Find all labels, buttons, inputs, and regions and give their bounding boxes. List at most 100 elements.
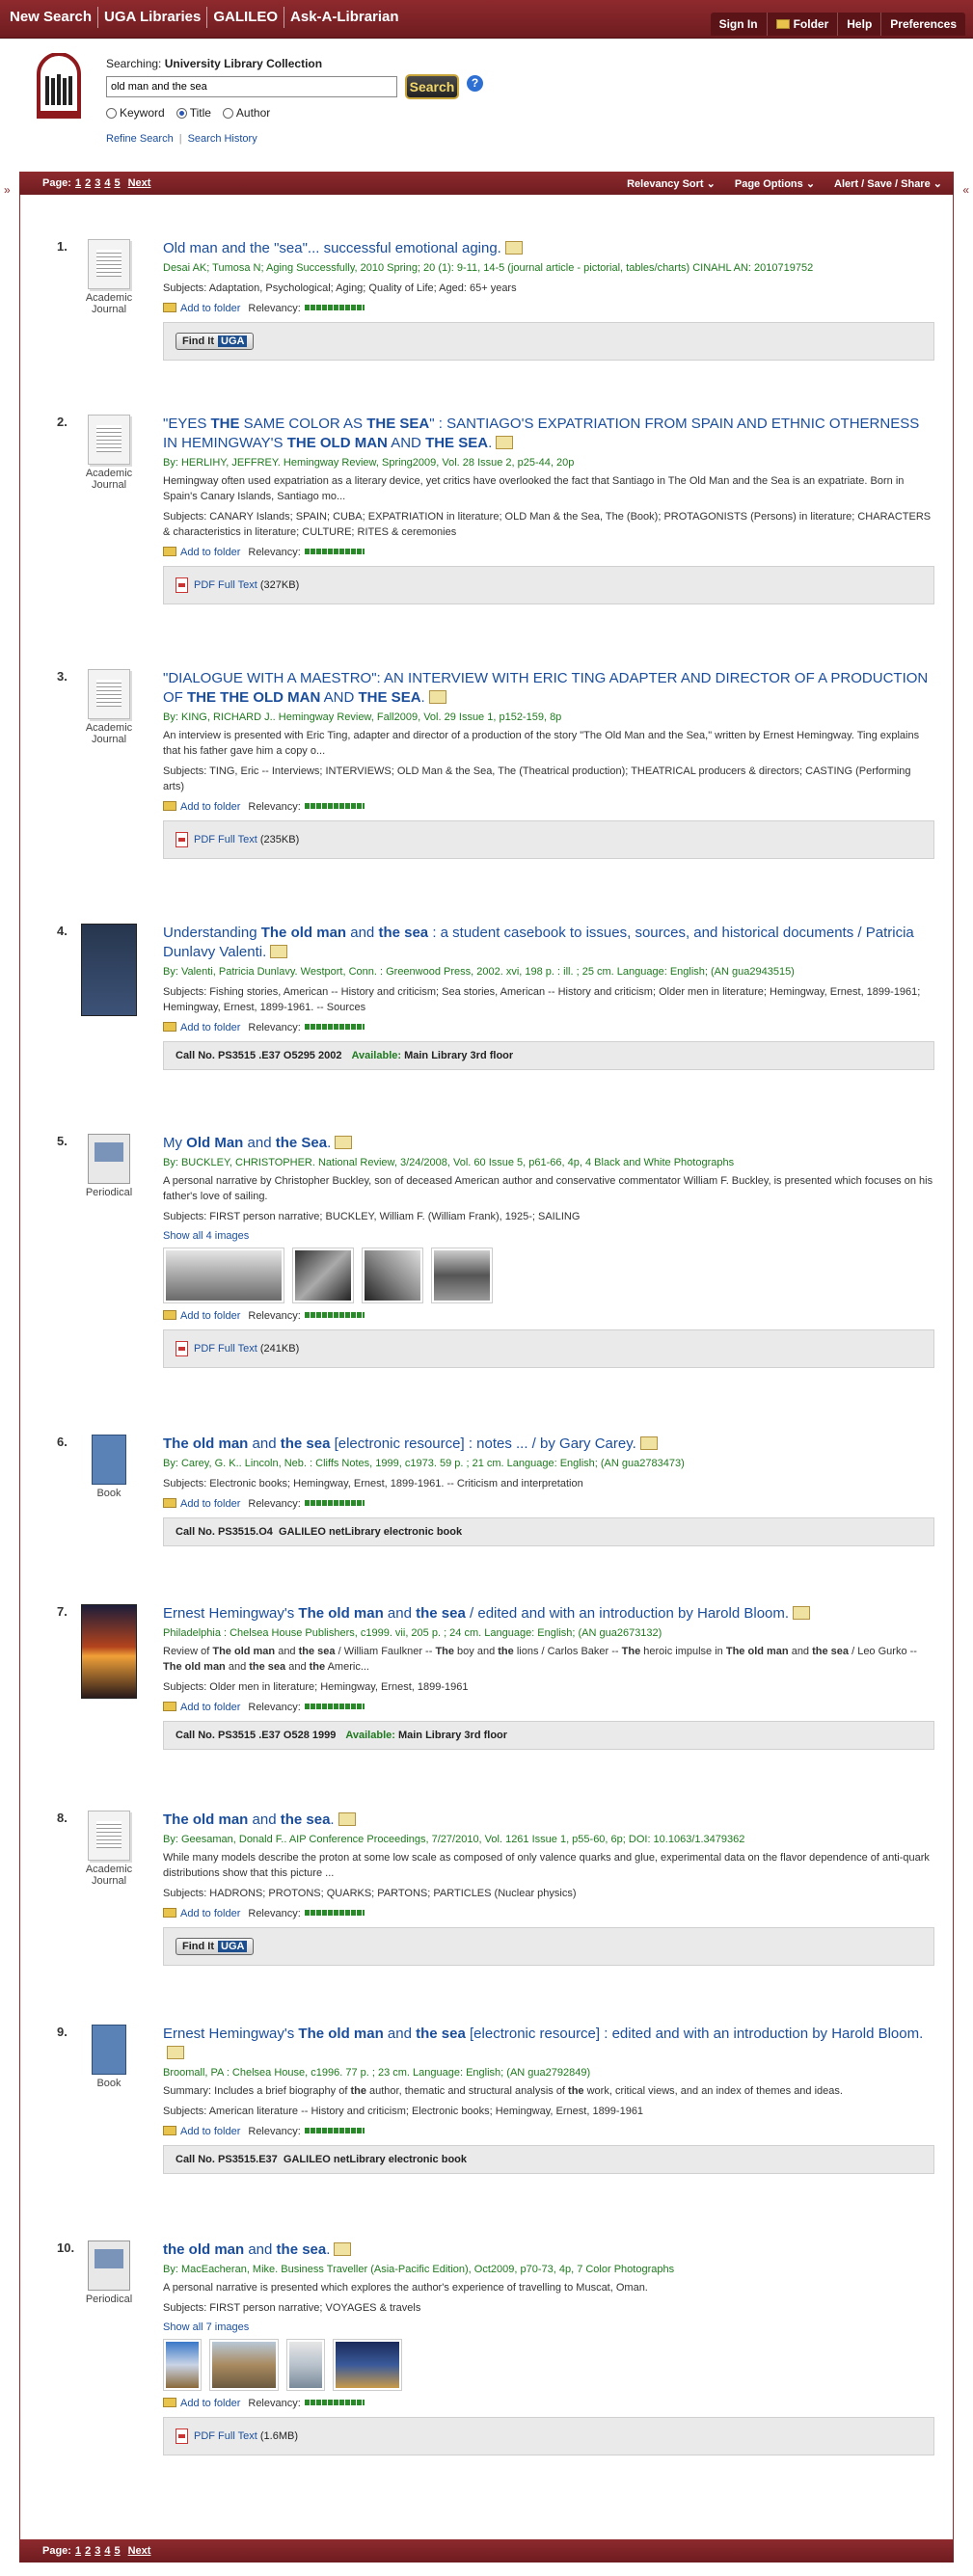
find-it-button[interactable]: Find It UGA bbox=[176, 1938, 255, 1955]
search-input[interactable] bbox=[106, 76, 397, 97]
relevancy-sort-menu[interactable]: Relevancy Sort ⌄ bbox=[627, 177, 716, 190]
add-to-folder-link[interactable]: Add to folder bbox=[163, 1022, 240, 1033]
result-title[interactable]: The old man and the sea. bbox=[163, 1811, 934, 1830]
pdf-full-text-link[interactable]: PDF Full Text bbox=[194, 2430, 257, 2442]
page-link[interactable]: 1 bbox=[75, 177, 81, 189]
page-link[interactable]: 2 bbox=[85, 2545, 91, 2557]
book-icon bbox=[92, 1435, 126, 1485]
call-number-box: Call No. PS3515.O4 GALILEO netLibrary el… bbox=[163, 1517, 934, 1546]
html-full-text-icon[interactable] bbox=[338, 1812, 356, 1826]
html-full-text-icon[interactable] bbox=[334, 2242, 352, 2256]
option-keyword[interactable]: Keyword bbox=[106, 106, 165, 120]
uga-libraries-link[interactable]: UGA Libraries bbox=[98, 7, 208, 28]
add-to-folder-link[interactable]: Add to folder bbox=[163, 303, 240, 314]
html-full-text-icon[interactable] bbox=[335, 1136, 353, 1149]
html-full-text-icon[interactable] bbox=[639, 1436, 658, 1450]
add-to-folder-link[interactable]: Add to folder bbox=[163, 801, 240, 813]
uga-libraries-logo[interactable] bbox=[37, 53, 81, 128]
option-title[interactable]: Title bbox=[176, 106, 211, 120]
pdf-full-text-link[interactable]: PDF Full Text bbox=[194, 834, 257, 845]
result-title[interactable]: Ernest Hemingway's The old man and the s… bbox=[163, 1604, 934, 1623]
thumbnail-image[interactable] bbox=[163, 2339, 202, 2391]
result-source: By: HERLIHY, JEFFREY. Hemingway Review, … bbox=[163, 457, 575, 469]
page-link[interactable]: 5 bbox=[114, 2545, 120, 2557]
sign-in-link[interactable]: Sign In bbox=[711, 13, 768, 36]
result-subjects: Subjects: HADRONS; PROTONS; QUARKS; PART… bbox=[163, 1888, 577, 1899]
result-subjects: Subjects: Older men in literature; Hemin… bbox=[163, 1681, 469, 1693]
pdf-icon bbox=[176, 832, 188, 847]
result-subjects: Subjects: Fishing stories, American -- H… bbox=[163, 986, 921, 1013]
collapse-right-icon[interactable]: « bbox=[962, 183, 969, 197]
page-link[interactable]: 5 bbox=[114, 177, 120, 189]
page-link[interactable]: 4 bbox=[104, 2545, 110, 2557]
html-full-text-icon[interactable] bbox=[496, 436, 514, 449]
result-title[interactable]: "DIALOGUE WITH A MAESTRO": AN INTERVIEW … bbox=[163, 669, 934, 708]
book-cover[interactable] bbox=[80, 924, 138, 1019]
next-page-link[interactable]: Next bbox=[128, 177, 151, 189]
publication-type: Academic Journal bbox=[80, 239, 138, 315]
result-title[interactable]: the old man and the sea. bbox=[163, 2241, 934, 2260]
result-source: Desai AK; Tumosa N; Aging Successfully, … bbox=[163, 262, 814, 274]
add-to-folder-link[interactable]: Add to folder bbox=[163, 1908, 240, 1919]
result-title[interactable]: "EYES THE SAME COLOR AS THE SEA" : SANTI… bbox=[163, 415, 934, 453]
result-title[interactable]: The old man and the sea [electronic reso… bbox=[163, 1435, 934, 1454]
add-to-folder-link[interactable]: Add to folder bbox=[163, 547, 240, 558]
find-it-button[interactable]: Find It UGA bbox=[176, 333, 255, 350]
thumbnail-image[interactable] bbox=[333, 2339, 402, 2391]
search-links: Refine Search | Search History bbox=[106, 133, 257, 145]
add-to-folder-link[interactable]: Add to folder bbox=[163, 2398, 240, 2409]
search-history-link[interactable]: Search History bbox=[188, 133, 257, 145]
add-to-folder-link[interactable]: Add to folder bbox=[163, 1498, 240, 1510]
option-author[interactable]: Author bbox=[222, 106, 270, 120]
show-all-images-link[interactable]: Show all 4 images bbox=[163, 1230, 934, 1242]
folder-link[interactable]: Folder bbox=[768, 13, 839, 36]
preferences-link[interactable]: Preferences bbox=[881, 13, 965, 36]
relevancy-meter: Relevancy: bbox=[248, 1022, 365, 1033]
result-title[interactable]: Old man and the "sea"... successful emot… bbox=[163, 239, 934, 258]
html-full-text-icon[interactable] bbox=[270, 945, 288, 958]
thumbnail-image[interactable] bbox=[209, 2339, 279, 2391]
page-link[interactable]: 3 bbox=[95, 2545, 100, 2557]
collapse-left-icon[interactable]: » bbox=[4, 183, 11, 197]
publication-type: Periodical bbox=[80, 1134, 138, 1198]
page-options-menu[interactable]: Page Options ⌄ bbox=[735, 177, 815, 190]
html-full-text-icon[interactable] bbox=[428, 690, 446, 704]
next-page-link[interactable]: Next bbox=[128, 2545, 151, 2557]
result-title[interactable]: Understanding The old man and the sea : … bbox=[163, 924, 934, 962]
ask-a-librarian-link[interactable]: Ask-A-Librarian bbox=[284, 7, 405, 28]
html-full-text-icon[interactable] bbox=[167, 2046, 184, 2059]
page-link[interactable]: 1 bbox=[75, 2545, 81, 2557]
new-search-link[interactable]: New Search bbox=[4, 7, 99, 28]
add-to-folder-link[interactable]: Add to folder bbox=[163, 1310, 240, 1322]
pdf-full-text-link[interactable]: PDF Full Text bbox=[194, 1343, 257, 1355]
add-to-folder-link[interactable]: Add to folder bbox=[163, 2126, 240, 2137]
folder-icon bbox=[163, 2398, 176, 2407]
refine-search-link[interactable]: Refine Search bbox=[106, 133, 174, 145]
alert-save-share-menu[interactable]: Alert / Save / Share ⌄ bbox=[834, 177, 942, 190]
html-full-text-icon[interactable] bbox=[793, 1606, 811, 1620]
top-bar: New Search UGA Libraries GALILEO Ask-A-L… bbox=[0, 0, 973, 39]
html-full-text-icon[interactable] bbox=[504, 241, 523, 255]
page-link[interactable]: 3 bbox=[95, 177, 100, 189]
galileo-link[interactable]: GALILEO bbox=[207, 7, 285, 28]
result-title[interactable]: My Old Man and the Sea. bbox=[163, 1134, 934, 1153]
thumbnail-image[interactable] bbox=[292, 1248, 354, 1303]
thumbnail-image[interactable] bbox=[286, 2339, 325, 2391]
thumbnail-image[interactable] bbox=[431, 1248, 493, 1303]
book-cover[interactable] bbox=[80, 1604, 138, 1702]
help-link[interactable]: Help bbox=[838, 13, 882, 36]
page-link[interactable]: 2 bbox=[85, 177, 91, 189]
pdf-full-text-link[interactable]: PDF Full Text bbox=[194, 579, 257, 591]
help-icon[interactable]: ? bbox=[467, 75, 483, 92]
result-number: 2. bbox=[57, 415, 68, 429]
add-to-folder-link[interactable]: Add to folder bbox=[163, 1702, 240, 1713]
result-abstract: Review of The old man and the sea / Will… bbox=[163, 1646, 917, 1673]
search-button[interactable]: Search bbox=[405, 74, 459, 99]
page-link[interactable]: 4 bbox=[104, 177, 110, 189]
publication-type: Book bbox=[80, 1435, 138, 1499]
book-cover-image bbox=[81, 924, 137, 1016]
show-all-images-link[interactable]: Show all 7 images bbox=[163, 2321, 934, 2333]
thumbnail-image[interactable] bbox=[163, 1248, 284, 1303]
result-title[interactable]: Ernest Hemingway's The old man and the s… bbox=[163, 2025, 934, 2063]
thumbnail-image[interactable] bbox=[362, 1248, 423, 1303]
